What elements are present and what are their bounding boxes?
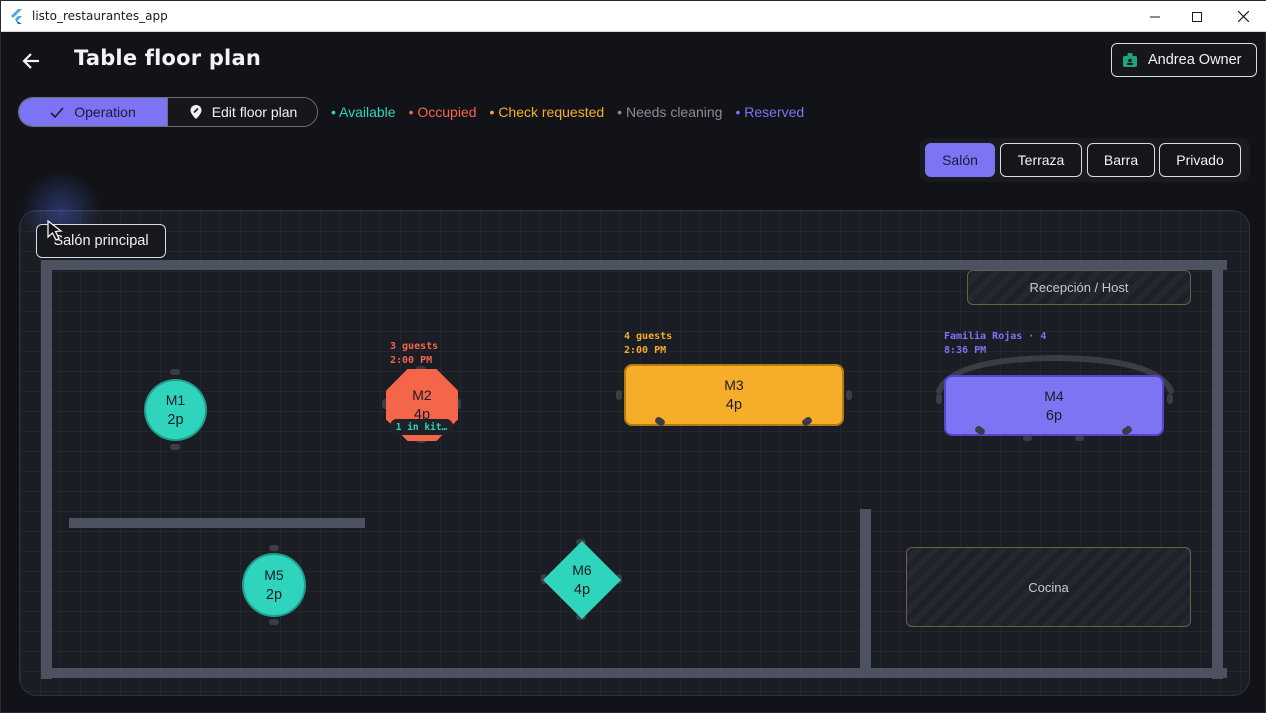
wall-right	[1212, 260, 1223, 679]
seat	[936, 394, 942, 404]
seat	[170, 444, 180, 450]
edit-floor-plan-label: Edit floor plan	[211, 104, 298, 120]
seated-time: 2:00 PM	[390, 355, 433, 366]
guest-count: 4 guests	[624, 331, 673, 342]
table-name: M5	[264, 567, 284, 583]
area-tabs: Salón Terraza Barra Privado	[920, 138, 1250, 182]
legend-available: • Available	[331, 104, 396, 120]
table-name: M6	[572, 562, 592, 578]
table-capacity: 4p	[725, 397, 743, 413]
seat	[170, 369, 180, 375]
table-m5[interactable]: M5 2p	[242, 553, 306, 617]
host-zone: Recepción / Host	[967, 270, 1191, 305]
tab-terraza[interactable]: Terraza	[1000, 143, 1082, 177]
user-menu-button[interactable]: Andrea Owner	[1111, 43, 1257, 77]
seat	[1075, 436, 1084, 441]
window-title: listo_restaurantes_app	[32, 9, 168, 23]
table-capacity: 6p	[1045, 407, 1063, 424]
seat	[1167, 394, 1173, 404]
seat	[1023, 436, 1032, 441]
table-capacity: 4p	[573, 582, 591, 598]
guest-count: 3 guests	[390, 341, 439, 352]
table-capacity: 2p	[167, 412, 184, 428]
mouse-pointer-icon	[47, 220, 63, 241]
close-button[interactable]	[1220, 1, 1266, 32]
seat	[846, 390, 852, 400]
legend-occupied: • Occupied	[408, 104, 477, 120]
seat	[616, 390, 622, 400]
seat	[269, 619, 279, 625]
table-capacity: 2p	[265, 587, 283, 603]
table-name: M4	[1044, 387, 1064, 404]
flutter-logo-icon	[11, 9, 22, 24]
maximize-button[interactable]	[1174, 1, 1220, 32]
table-name: M2	[412, 387, 432, 403]
minimize-button[interactable]	[1132, 1, 1178, 32]
table-name: M3	[724, 377, 744, 393]
user-name: Andrea Owner	[1148, 52, 1242, 68]
status-legend: • Available • Occupied • Check requested…	[331, 104, 804, 120]
wall-bottom	[41, 668, 1227, 678]
seated-time: 2:00 PM	[624, 345, 667, 356]
legend-reserved: • Reserved	[735, 104, 805, 120]
wall-kitchen	[860, 509, 871, 671]
table-name: M1	[165, 392, 186, 408]
page-title: Table floor plan	[74, 46, 261, 70]
app-window: listo_restaurantes_app Table floor plan …	[0, 0, 1266, 713]
reservation-name: Familia Rojas · 4	[944, 331, 1047, 342]
seat	[269, 545, 279, 551]
wall-left	[41, 260, 52, 679]
maximize-icon	[1192, 11, 1202, 22]
edit-location-icon	[190, 105, 202, 119]
edit-floor-plan-button[interactable]: Edit floor plan	[168, 98, 317, 126]
wall-partition	[69, 518, 365, 528]
table-info-m3: 4 guests 2:00 PM	[624, 330, 672, 358]
window-titlebar: listo_restaurantes_app	[1, 1, 1266, 32]
operation-mode-button[interactable]: Operation	[19, 98, 168, 126]
mode-toggle: Operation Edit floor plan	[18, 97, 318, 127]
operation-mode-label: Operation	[74, 104, 136, 120]
kitchen-status-badge: 1 in kit…	[390, 419, 453, 435]
tab-privado[interactable]: Privado	[1159, 143, 1241, 177]
table-m1[interactable]: M1 2p	[144, 379, 207, 441]
arrow-left-icon	[22, 53, 39, 69]
badge-icon	[1123, 53, 1137, 67]
legend-needs-cleaning: • Needs cleaning	[617, 104, 723, 120]
back-button[interactable]	[15, 45, 47, 77]
minimize-icon	[1150, 16, 1160, 17]
tab-barra[interactable]: Barra	[1087, 143, 1155, 177]
wall-top	[41, 260, 1227, 270]
kitchen-zone: Cocina	[906, 547, 1191, 627]
table-info-m2: 3 guests 2:00 PM	[390, 340, 438, 368]
tab-salon[interactable]: Salón	[925, 143, 995, 177]
legend-check-requested: • Check requested	[489, 104, 605, 120]
close-icon	[1237, 11, 1249, 22]
check-icon	[50, 106, 64, 118]
